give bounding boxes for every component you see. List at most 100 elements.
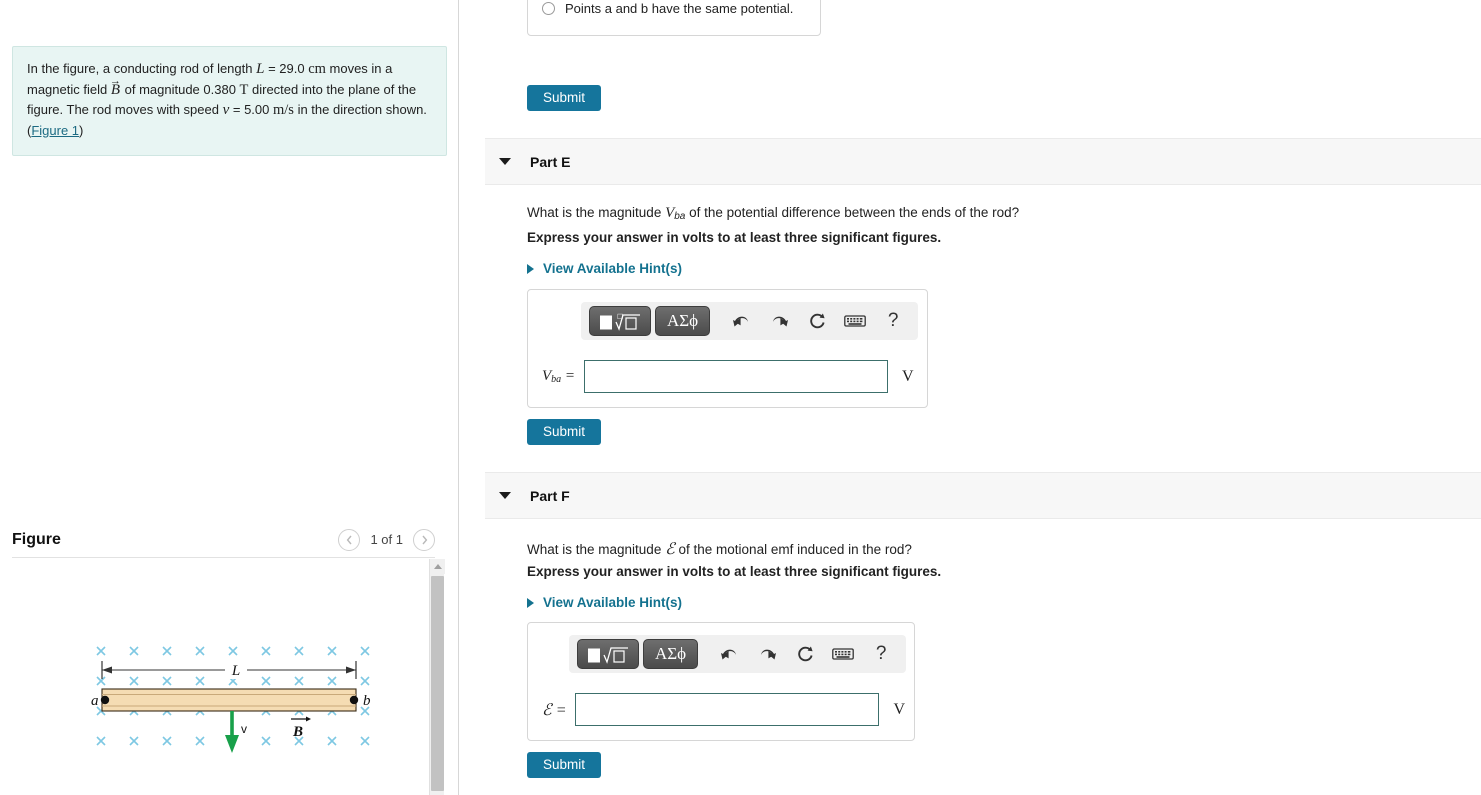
part-e-question: What is the magnitude Vba of the potenti…	[527, 205, 1019, 222]
multiple-choice-group: b Points a and b have the same potential…	[527, 0, 821, 36]
terminal-a-dot	[100, 695, 110, 705]
field-label-group: B	[291, 716, 311, 740]
problem-text-8: )	[79, 122, 84, 138]
part-f-question-prefix: What is the magnitude	[527, 542, 666, 557]
caret-down-icon-part-f[interactable]	[499, 492, 511, 499]
conducting-rod-diagram: L a b v B	[91, 646, 371, 753]
square-root-template-icon-f[interactable]	[577, 639, 639, 669]
part-e-header[interactable]: Part E	[485, 138, 1481, 185]
label-point-b: b	[363, 693, 371, 709]
part-f-instruction: Express your answer in volts to at least…	[527, 564, 942, 579]
part-e-answer-box: ☐ ΑΣϕ ? Vba = V	[527, 289, 928, 408]
length-dimension: L	[101, 661, 357, 679]
help-icon-e[interactable]: ?	[876, 306, 910, 336]
figure-header: Figure 1 of 1	[12, 522, 435, 558]
redo-icon-e[interactable]	[762, 306, 796, 336]
part-e-unit: V	[902, 367, 914, 385]
reset-icon-f[interactable]	[788, 639, 822, 669]
part-e-answer-label: Vba =	[542, 368, 576, 385]
caret-down-icon-part-e[interactable]	[499, 158, 511, 165]
problem-text-2: = 29.0	[264, 61, 309, 76]
part-f-header[interactable]: Part F	[485, 472, 1481, 519]
part-e-question-symbol: V	[665, 205, 675, 221]
radio-same-potential[interactable]	[542, 1, 555, 15]
figure-page-count: 1 of 1	[370, 532, 403, 547]
figure-scrollbar[interactable]	[429, 559, 445, 795]
length-label: L	[231, 663, 240, 679]
redo-arrow-glyph	[772, 316, 788, 326]
velocity-label: v	[241, 722, 247, 736]
unit-cm: cm	[308, 61, 326, 77]
scrollbar-up-button[interactable]	[430, 559, 445, 574]
part-f-math-toolbar: ΑΣϕ ?	[569, 635, 907, 673]
choice-option-same-potential[interactable]: Points a and b have the same potential.	[542, 0, 806, 23]
figure-next-button[interactable]	[413, 528, 435, 551]
problem-text-1: In the figure, a conducting rod of lengt…	[27, 61, 257, 76]
keyboard-glyph-f	[832, 648, 854, 660]
right-panel: b Points a and b have the same potential…	[460, 0, 1481, 795]
part-f-question: What is the magnitude ℰ of the motional …	[527, 539, 912, 559]
keyboard-icon-e[interactable]	[838, 306, 872, 336]
part-e-answer-input[interactable]	[584, 360, 889, 393]
caret-right-icon-part-f	[527, 597, 534, 608]
left-panel: In the figure, a conducting rod of lengt…	[0, 0, 459, 795]
part-f-answer-input[interactable]	[575, 693, 880, 726]
scrollbar-thumb[interactable]	[431, 576, 444, 791]
caret-right-icon-part-e	[527, 263, 534, 274]
part-e-submit-button[interactable]: Submit	[527, 419, 602, 445]
submit-button-previous-part[interactable]: Submit	[527, 85, 602, 111]
part-f-answer-row: ℰ = V	[542, 693, 905, 726]
velocity-arrow	[225, 711, 239, 753]
sqrt-template-glyph-f	[588, 646, 628, 664]
figure-pager: 1 of 1	[338, 528, 435, 551]
greek-symbols-key-e[interactable]: ΑΣϕ	[655, 306, 711, 336]
sqrt-template-glyph: ☐	[600, 313, 640, 331]
undo-arrow-glyph	[732, 316, 748, 326]
choice-label-same-potential: Points a and b have the same potential.	[565, 0, 794, 16]
reset-circular-arrow-glyph	[809, 313, 825, 328]
reset-icon-e[interactable]	[800, 306, 834, 336]
part-e-math-toolbar: ☐ ΑΣϕ ?	[581, 302, 919, 340]
page-root: Preview | Constants | Periodic Table In …	[0, 0, 1481, 795]
caret-up-icon	[433, 564, 442, 569]
part-f-unit: V	[893, 700, 906, 718]
reset-circular-arrow-glyph-f	[797, 646, 813, 661]
unit-m-per-s: m/s	[273, 102, 294, 118]
part-e-hints-toggle[interactable]: View Available Hint(s)	[527, 261, 682, 276]
keyboard-icon-f[interactable]	[826, 639, 860, 669]
part-f-question-suffix: of the motional emf induced in the rod?	[674, 542, 912, 557]
undo-icon-e[interactable]	[724, 306, 758, 336]
conducting-rod	[100, 688, 359, 712]
field-label: B	[292, 724, 303, 740]
part-e-question-suffix: of the potential difference between the …	[685, 205, 1020, 220]
part-e-question-subscript: ba	[674, 211, 686, 222]
figure-prev-button[interactable]	[338, 528, 361, 551]
part-f-answer-box: ΑΣϕ ? ℰ = V	[527, 622, 915, 741]
part-f-title: Part F	[530, 487, 570, 504]
greek-symbols-key-f[interactable]: ΑΣϕ	[643, 639, 699, 669]
part-f-hints-toggle[interactable]: View Available Hint(s)	[527, 595, 682, 610]
part-e-instruction: Express your answer in volts to at least…	[527, 230, 942, 245]
redo-icon-f[interactable]	[750, 639, 784, 669]
problem-statement: In the figure, a conducting rod of lengt…	[12, 46, 447, 156]
problem-text-6: = 5.00	[229, 102, 273, 117]
redo-arrow-glyph-f	[760, 649, 776, 659]
keyboard-glyph	[844, 315, 866, 327]
label-point-a: a	[91, 693, 99, 709]
part-e-title: Part E	[530, 153, 571, 170]
part-f-submit-button[interactable]: Submit	[527, 752, 602, 778]
square-root-template-icon-e[interactable]: ☐	[589, 306, 651, 336]
help-icon-f[interactable]: ?	[864, 639, 898, 669]
part-e-answer-row: Vba = V	[542, 360, 914, 393]
chevron-right-icon	[421, 535, 427, 544]
part-f-question-symbol: ℰ	[665, 541, 675, 558]
undo-icon-f[interactable]	[712, 639, 746, 669]
part-e-question-prefix: What is the magnitude	[527, 205, 666, 220]
problem-text-4: of magnitude 0.380	[121, 81, 240, 97]
terminal-b-dot	[349, 695, 359, 705]
part-e-hints-label: View Available Hint(s)	[543, 261, 683, 276]
part-f-hints-label: View Available Hint(s)	[543, 595, 683, 610]
chevron-left-icon	[346, 535, 352, 544]
figure-1-link[interactable]: Figure 1	[31, 123, 79, 138]
figure-body: L a b v B	[12, 559, 435, 795]
